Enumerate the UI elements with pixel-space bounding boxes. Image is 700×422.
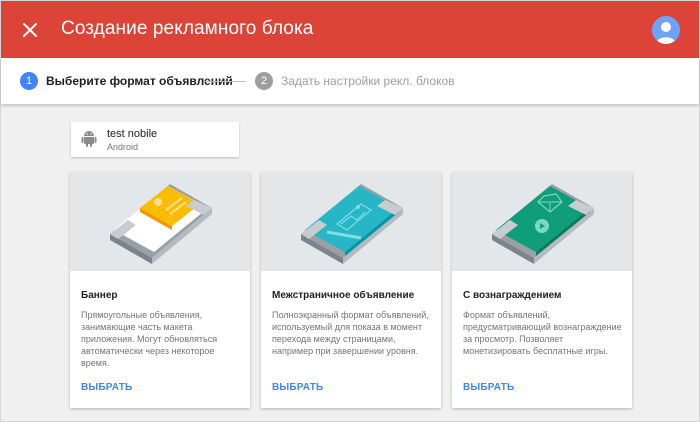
app-name: test nobile [107,128,158,140]
format-card-interstitial[interactable]: Межстраничное объявление Полноэкранный ф… [261,172,441,408]
stepper: 1 Выберите формат объявлений 2 Задать на… [1,58,699,104]
step-connector [204,81,246,82]
avatar[interactable] [652,16,680,44]
step-label: Задать настройки рекл. блоков [281,74,455,88]
rewarded-illustration [452,172,632,271]
select-rewarded-button[interactable]: ВЫБРАТЬ [463,382,514,393]
format-card-rewarded[interactable]: С вознаграждением Формат объявлений, пре… [452,172,632,408]
close-icon [23,23,37,37]
banner-illustration [70,172,250,271]
card-title: Баннер [81,290,118,301]
android-icon [81,131,97,147]
card-title: С вознаграждением [463,290,562,301]
select-banner-button[interactable]: ВЫБРАТЬ [81,382,132,393]
page-title: Создание рекламного блока [61,18,314,39]
card-description: Прямоугольные объявления, занимающие час… [81,310,218,368]
app-selector[interactable]: test nobile Android [71,122,239,157]
card-title: Межстраничное объявление [272,290,415,301]
app-header: Создание рекламного блока [1,1,699,58]
interstitial-illustration [261,172,441,271]
rewarded-phone-icon [492,184,594,264]
step-number: 2 [255,72,273,90]
select-interstitial-button[interactable]: ВЫБРАТЬ [272,382,323,393]
close-button[interactable] [18,18,42,42]
format-card-banner[interactable]: Баннер Прямоугольные объявления, занимаю… [70,172,250,408]
user-avatar-icon [652,16,680,44]
banner-phone-icon [110,184,212,264]
step-select-format[interactable]: 1 Выберите формат объявлений [20,72,233,90]
step-configure-blocks[interactable]: 2 Задать настройки рекл. блоков [255,72,455,90]
card-description: Формат объявлений, предусматривающий воз… [463,310,622,356]
interstitial-phone-icon [301,184,403,264]
card-description: Полноэкранный формат объявлений, использ… [272,310,429,356]
step-number: 1 [20,72,38,90]
app-platform: Android [107,142,139,152]
